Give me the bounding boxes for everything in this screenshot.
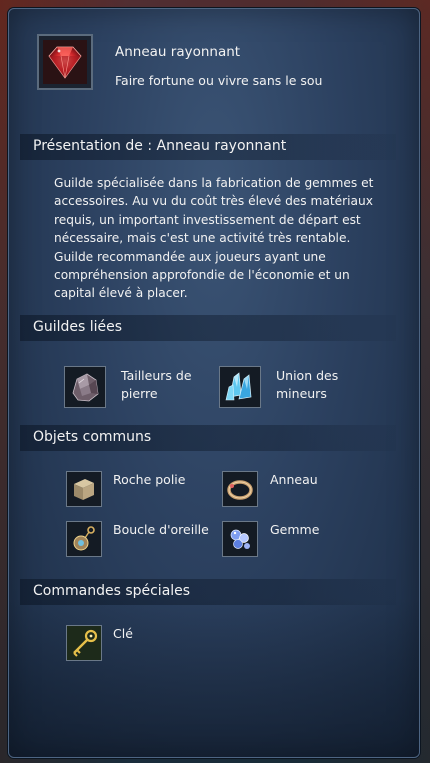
guild-motto: Faire fortune ou vivre sans le sou: [115, 73, 323, 88]
earring-icon[interactable]: [66, 521, 102, 557]
section-title: Guildes liées: [33, 319, 123, 335]
golden-key-icon[interactable]: [66, 625, 102, 661]
section-title: Objets communs: [33, 429, 152, 445]
ruby-gem-icon: [37, 34, 93, 90]
guild-description: Guilde spécialisée dans la fabrication d…: [54, 176, 374, 301]
special-orders-section-header: Commandes spéciales: [20, 579, 396, 605]
common-items-section-header: Objets communs: [20, 425, 396, 451]
rough-stone-icon[interactable]: [64, 366, 106, 408]
item-label[interactable]: Anneau: [270, 471, 318, 489]
section-title: Commandes spéciales: [33, 583, 191, 599]
presentation-section-header: Présentation de : Anneau rayonnant: [20, 134, 396, 160]
gem-cluster-icon[interactable]: [222, 521, 258, 557]
related-guild-label[interactable]: Tailleurs de pierre: [121, 367, 192, 403]
item-label[interactable]: Boucle d'oreille: [113, 521, 209, 539]
blue-crystal-icon[interactable]: [219, 366, 261, 408]
guild-name: Anneau rayonnant: [115, 44, 241, 60]
related-guilds-section-header: Guildes liées: [20, 315, 396, 341]
related-guild-label[interactable]: Union des mineurs: [276, 367, 338, 403]
ring-icon[interactable]: [222, 471, 258, 507]
item-label[interactable]: Clé: [113, 625, 133, 643]
item-label[interactable]: Roche polie: [113, 471, 185, 489]
item-label[interactable]: Gemme: [270, 521, 319, 539]
section-title: Présentation de : Anneau rayonnant: [33, 138, 287, 154]
polished-stone-icon[interactable]: [66, 471, 102, 507]
